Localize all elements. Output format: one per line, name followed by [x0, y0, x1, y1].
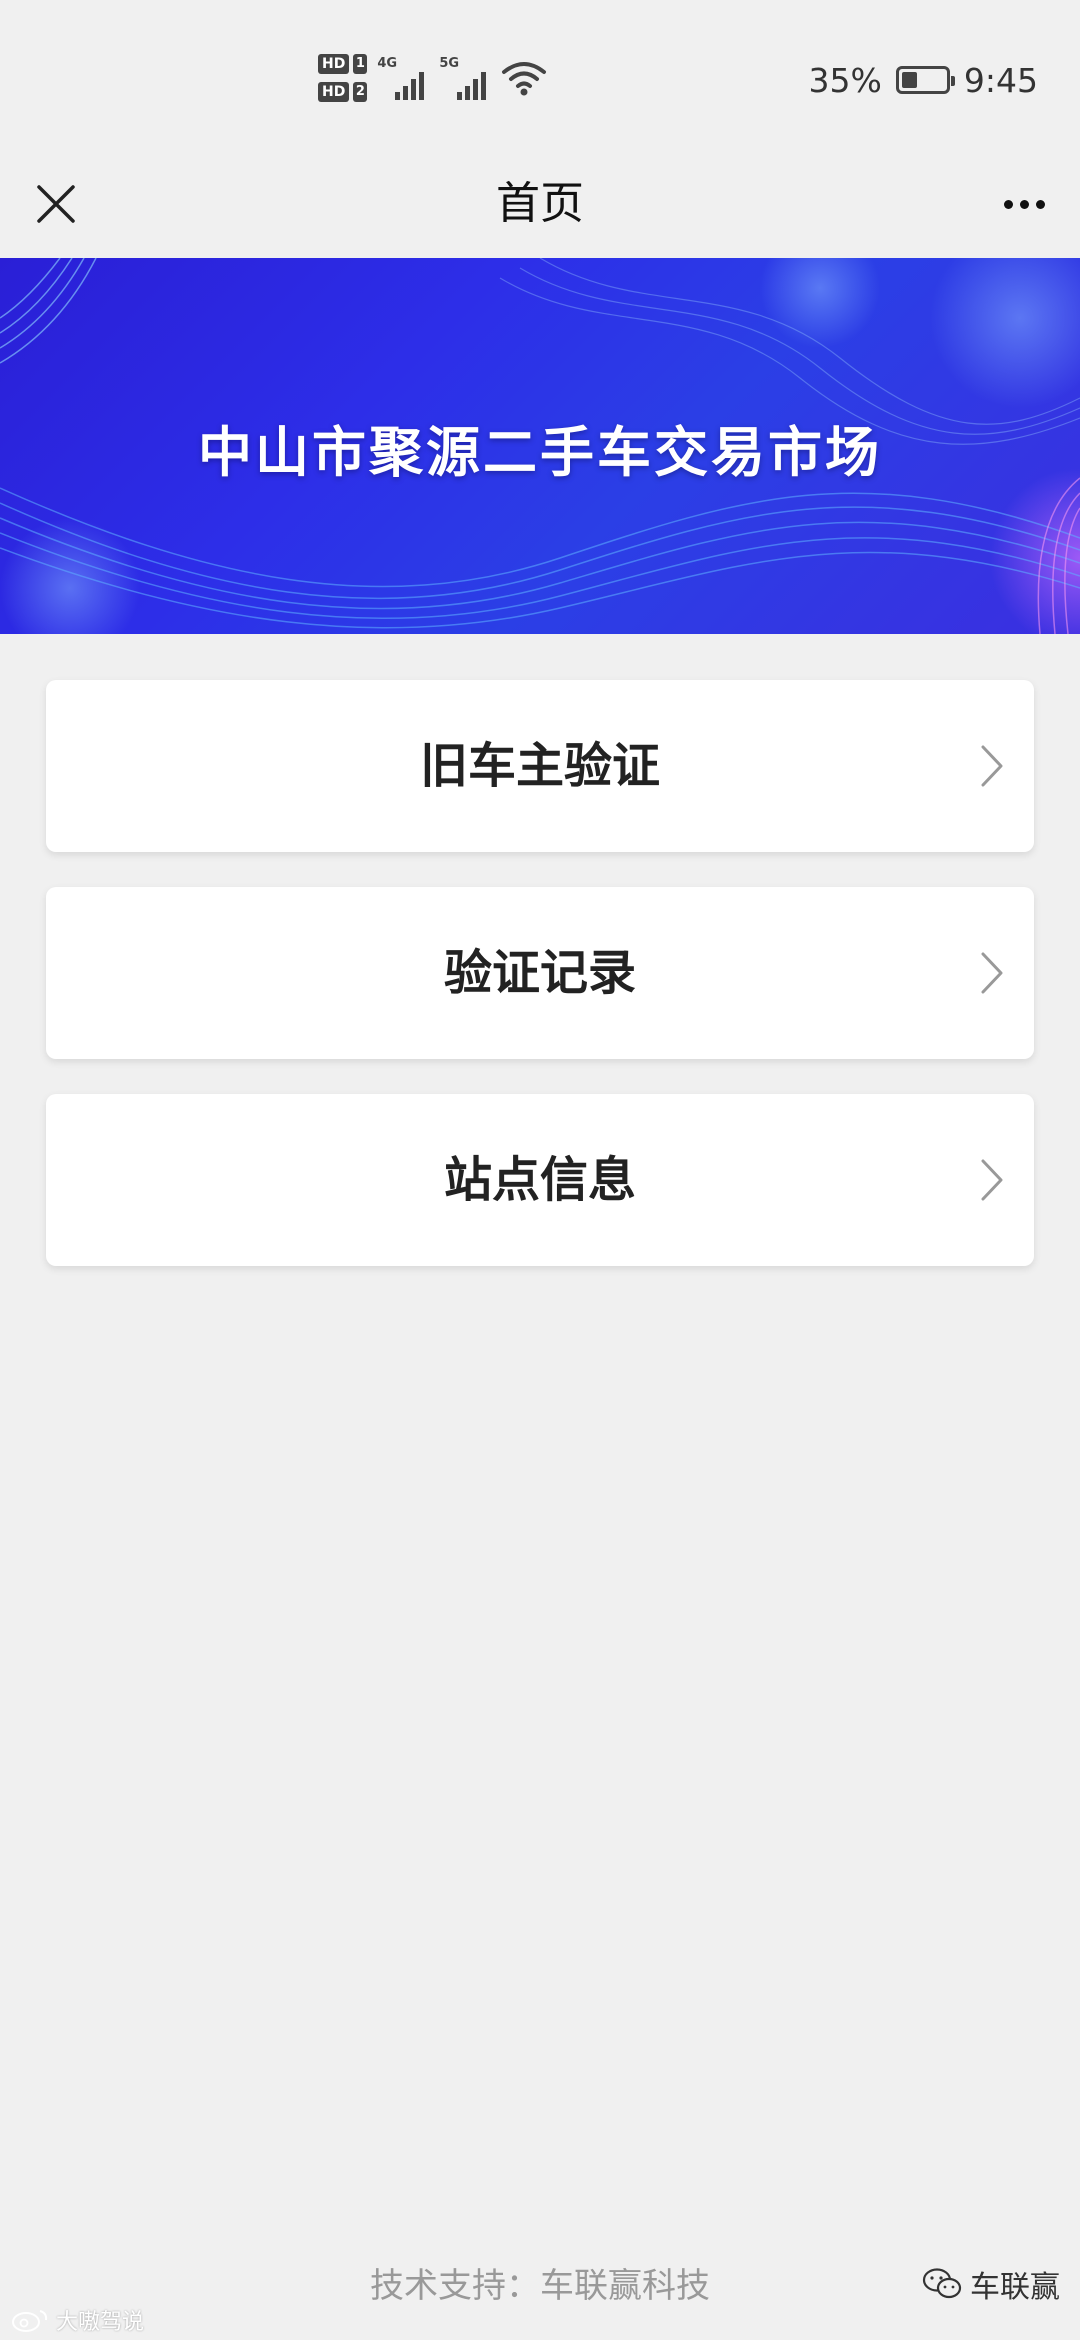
wechat-icon [922, 2268, 962, 2299]
network-type-label: 4G [377, 56, 398, 71]
signal-5g-icon: 5G [439, 56, 491, 100]
menu-item-label: 站点信息 [443, 1152, 636, 1208]
signal-indicators: HD 1 HD 2 4G 5G [318, 48, 547, 108]
more-options-button[interactable] [992, 172, 1056, 236]
signal-bars [395, 72, 425, 100]
chevron-right-icon [981, 745, 1003, 787]
sim2-indicator: HD 2 [318, 81, 368, 103]
battery-level [901, 72, 917, 88]
menu-item-old-owner-verification[interactable]: 旧车主验证 [46, 680, 1034, 852]
status-right: 35% 9:45 [809, 52, 1038, 108]
battery-percent: 35% [808, 60, 882, 100]
more-icon-dot [1003, 199, 1013, 209]
battery-icon [895, 66, 955, 94]
menu-list: 旧车主验证 验证记录 站点信息 [46, 680, 1034, 1301]
close-button[interactable] [24, 172, 88, 236]
page: HD 1 HD 2 4G 5G 35% 9:45 首页 中山市聚源二手车交易市场… [0, 0, 1080, 2340]
close-icon [37, 185, 75, 223]
menu-item-label: 验证记录 [443, 945, 636, 1001]
banner-title: 中山市聚源二手车交易市场 [198, 421, 882, 484]
chevron-right-icon [981, 952, 1003, 994]
menu-item-station-info[interactable]: 站点信息 [46, 1094, 1034, 1266]
network-type-label: 5G [439, 56, 460, 71]
footer-credit: 技术支持：车联赢科技 [370, 2266, 710, 2306]
chevron-right-icon [981, 1159, 1003, 1201]
menu-item-label: 旧车主验证 [419, 738, 660, 794]
hero-banner: 中山市聚源二手车交易市场 [0, 258, 1080, 634]
menu-item-verification-records[interactable]: 验证记录 [46, 887, 1034, 1059]
source-watermark: 大嗷驾说 [10, 2304, 144, 2336]
signal-4g-icon: 4G [377, 56, 429, 100]
wechat-account-name: 车联赢 [970, 2270, 1060, 2305]
navigation-bar: 首页 [0, 150, 1080, 258]
hd-badge: HD [318, 82, 350, 102]
wifi-icon [502, 62, 547, 96]
sim1-indicator: HD 1 [318, 53, 368, 75]
hd-indicators: HD 1 HD 2 [318, 53, 368, 103]
more-icon-dot [1035, 199, 1045, 209]
signal-bars [457, 72, 487, 100]
weibo-icon [12, 2310, 48, 2332]
page-title: 首页 [496, 178, 584, 229]
more-icon-dot [1019, 199, 1029, 209]
source-name: 大嗷驾说 [56, 2310, 145, 2335]
sim-number: 2 [353, 82, 368, 102]
clock-time: 9:45 [963, 60, 1038, 100]
hd-badge: HD [318, 54, 350, 74]
sim-number: 1 [353, 54, 368, 74]
status-bar: HD 1 HD 2 4G 5G 35% 9:45 [0, 0, 1080, 150]
wechat-watermark: 车联赢 [922, 2262, 1060, 2306]
